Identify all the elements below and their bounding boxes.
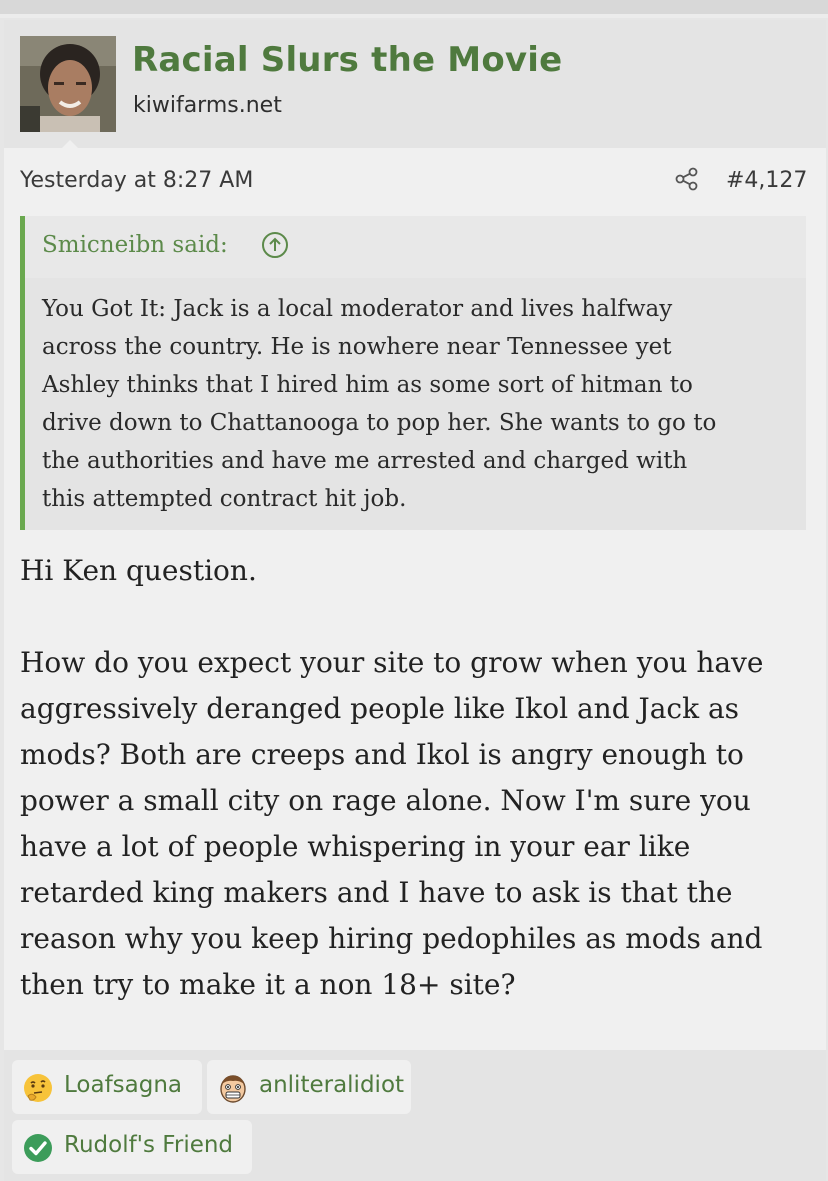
check-mark-icon (24, 1134, 52, 1162)
quote-header[interactable]: Smicneibn said: (25, 216, 806, 278)
quote-text: You Got It: Jack is a local moderator an… (42, 290, 792, 518)
share-icon[interactable] (674, 166, 700, 192)
message-greeting: Hi Ken question. (20, 554, 257, 587)
top-divider (0, 0, 828, 18)
post-message: Hi Ken question. How do you expect your … (20, 548, 810, 1008)
reactions-bar: Loafsagna anliteralidiot Rudolf's Friend (4, 1050, 826, 1181)
avatar-image (20, 36, 116, 132)
post-body: Yesterday at 8:27 AM #4,127 Smicneibn sa… (4, 148, 826, 1050)
message-line: aggressively deranged people like Ikol a… (20, 692, 740, 725)
message-line: mods? Both are creeps and Ikol is angry … (20, 738, 744, 771)
reaction-user[interactable]: Loafsagna (64, 1072, 182, 1098)
avatar[interactable] (20, 36, 116, 132)
quote-line: the authorities and have me arrested and… (42, 448, 688, 474)
message-line: How do you expect your site to grow when… (20, 646, 764, 679)
username[interactable]: Racial Slurs the Movie (132, 40, 562, 80)
message-line: have a lot of people whispering in your … (20, 830, 691, 863)
quote-line: Ashley thinks that I hired him as some s… (42, 372, 693, 398)
user-title: kiwifarms.net (133, 93, 282, 118)
message-line: then try to make it a non 18+ site? (20, 968, 516, 1001)
thinking-face-icon (24, 1074, 52, 1102)
quote-author[interactable]: Smicneibn said: (42, 232, 228, 258)
reaction-user[interactable]: anliteralidiot (259, 1072, 404, 1098)
message-line: power a small city on rage alone. Now I'… (20, 784, 751, 817)
quote-line: drive down to Chattanooga to pop her. Sh… (42, 410, 717, 436)
user-header: Racial Slurs the Movie kiwifarms.net (4, 20, 826, 150)
arrow-up-circle-icon[interactable] (261, 231, 289, 259)
quote-line: this attempted contract hit job. (42, 486, 407, 512)
reaction-user[interactable]: Rudolf's Friend (64, 1132, 233, 1158)
quote-line: across the country. He is nowhere near T… (42, 334, 672, 360)
reaction-item[interactable]: Rudolf's Friend (12, 1120, 252, 1174)
post-number-link[interactable]: #4,127 (726, 168, 807, 193)
message-line: reason why you keep hiring pedophiles as… (20, 922, 763, 955)
quote-line: You Got It: Jack is a local moderator an… (42, 296, 673, 322)
post-container: Racial Slurs the Movie kiwifarms.net Yes… (4, 20, 826, 1181)
message-line: retarded king makers and I have to ask i… (20, 876, 733, 909)
reaction-item[interactable]: anliteralidiot (207, 1060, 411, 1114)
quote-block: Smicneibn said: You Got It: Jack is a lo… (20, 216, 806, 530)
grimacing-face-icon (220, 1075, 246, 1103)
reaction-item[interactable]: Loafsagna (12, 1060, 202, 1114)
post-date[interactable]: Yesterday at 8:27 AM (20, 168, 253, 193)
